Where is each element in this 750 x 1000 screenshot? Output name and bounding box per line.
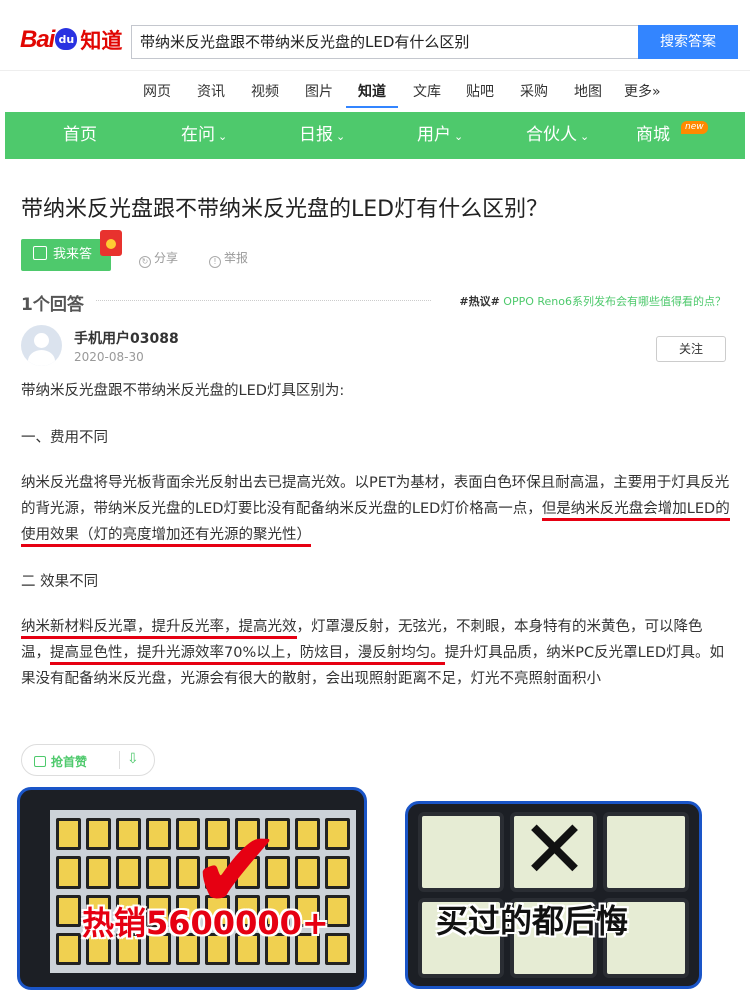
search-input[interactable]: 带纳米反光盘跟不带纳米反光盘的LED有什么区别 bbox=[131, 25, 639, 59]
nav-mall[interactable]: 商城 bbox=[636, 112, 670, 159]
tab-tieba[interactable]: 贴吧 bbox=[466, 81, 494, 101]
chevron-down-icon: ⌄ bbox=[454, 130, 464, 143]
tab-news[interactable]: 资讯 bbox=[197, 81, 225, 101]
answer-count: 1个回答 bbox=[21, 295, 84, 315]
report-icon: ! bbox=[209, 256, 221, 268]
paragraph-2-highlight-2: 提高显色性，提升光源效率70%以上，防炫目，漫反射均匀。 bbox=[50, 645, 445, 665]
channel-tabs: 网页 资讯 视频 图片 知道 文库 贴吧 采购 地图 更多» bbox=[0, 70, 750, 110]
vote-separator bbox=[119, 751, 120, 769]
answer-button-label: 我来答 bbox=[53, 247, 93, 262]
nav-home[interactable]: 首页 bbox=[63, 112, 97, 159]
cross-icon: ✕ bbox=[521, 803, 589, 896]
hot-topic-link[interactable]: #热议# OPPO Reno6系列发布会有哪些值得看的点？ bbox=[459, 293, 726, 309]
led-chip bbox=[85, 818, 111, 851]
header: Bai du 知道 带纳米反光盘跟不带纳米反光盘的LED有什么区别 搜索答案 bbox=[0, 0, 750, 70]
chevron-down-icon: ⌄ bbox=[336, 130, 346, 143]
hot-topic-text: OPPO Reno6系列发布会有哪些值得看的点？ bbox=[503, 295, 726, 308]
answer-paragraph-1: 纳米反光盘将导光板背面余光反射出去已提高光效。以PET为基材，表面白色环保且耐高… bbox=[21, 470, 731, 548]
led-chip bbox=[325, 818, 350, 851]
nav-daily[interactable]: 日报 ⌄ bbox=[299, 112, 345, 159]
chevron-down-icon: ⌄ bbox=[218, 130, 228, 143]
answer-paragraph-2: 纳米新材料反光罩，提升反光率，提高光效，灯罩漫反射，无弦光，不刺眼，本身特有的米… bbox=[21, 614, 731, 692]
post-date: 2020-08-30 bbox=[74, 350, 144, 364]
tab-zhidao[interactable]: 知道 bbox=[346, 81, 398, 108]
report-link[interactable]: ! 举报 bbox=[209, 249, 248, 268]
logo-zhidao: 知道 bbox=[80, 29, 123, 53]
avatar[interactable] bbox=[21, 325, 62, 366]
ad-right-text: 买过的都后悔 bbox=[436, 902, 629, 940]
led-chip bbox=[115, 856, 141, 889]
answer-button[interactable]: 我来答 bbox=[21, 239, 111, 271]
nav-daily-label: 日报 bbox=[299, 125, 333, 145]
led-chip bbox=[145, 856, 171, 889]
light-cell bbox=[602, 812, 689, 892]
nav-users-label: 用户 bbox=[417, 125, 451, 145]
led-chip bbox=[85, 856, 111, 889]
section-heading-cost: 一、费用不同 bbox=[21, 430, 108, 446]
red-packet-icon[interactable] bbox=[100, 230, 122, 256]
share-link[interactable]: ↻ 分享 bbox=[139, 249, 178, 268]
new-badge: new bbox=[681, 121, 708, 134]
like-label: 抢首赞 bbox=[51, 755, 88, 769]
led-chip bbox=[295, 856, 321, 889]
baidu-zhidao-logo[interactable]: Bai du 知道 bbox=[20, 22, 122, 58]
led-chip bbox=[56, 856, 81, 889]
led-chip bbox=[295, 818, 321, 851]
nav-partner[interactable]: 合伙人 ⌄ bbox=[526, 112, 589, 159]
main-nav: 首页 在问 ⌄ 日报 ⌄ 用户 ⌄ 合伙人 ⌄ 商城 new bbox=[5, 112, 745, 159]
username[interactable]: 手机用户03088 bbox=[74, 328, 179, 348]
light-cell bbox=[418, 812, 505, 892]
hot-topic-tag: #热议# bbox=[459, 295, 500, 308]
share-label: 分享 bbox=[154, 251, 179, 265]
thumbs-up-icon bbox=[34, 756, 46, 767]
tab-more[interactable]: 更多» bbox=[624, 81, 661, 101]
answer-intro: 带纳米反光盘跟不带纳米反光盘的LED灯具区别为: bbox=[21, 383, 345, 399]
share-icon: ↻ bbox=[139, 256, 151, 268]
paragraph-2-highlight-1: 纳米新材料反光罩，提升反光率，提高光效 bbox=[21, 619, 297, 639]
ad-image-right[interactable]: ✕ 买过的都后悔 bbox=[405, 801, 702, 989]
tab-web[interactable]: 网页 bbox=[143, 81, 171, 101]
thumbs-down-icon[interactable]: ⇩ bbox=[127, 751, 139, 767]
tab-purchase[interactable]: 采购 bbox=[520, 81, 548, 101]
nav-asking[interactable]: 在问 ⌄ bbox=[181, 112, 227, 159]
report-label: 举报 bbox=[224, 251, 249, 265]
question-title: 带纳米反光盘跟不带纳米反光盘的LED灯有什么区别？ bbox=[21, 197, 549, 222]
led-chip bbox=[145, 818, 171, 851]
paw-icon: du bbox=[55, 28, 78, 50]
nav-asking-label: 在问 bbox=[181, 125, 215, 145]
search-button[interactable]: 搜索答案 bbox=[638, 25, 738, 59]
led-chip bbox=[325, 856, 350, 889]
ad-image-left[interactable]: ✔ 热销5600000+ bbox=[17, 787, 367, 990]
led-chip bbox=[56, 894, 81, 927]
vote-bar: 抢首赞 ⇩ bbox=[21, 744, 155, 776]
edit-icon bbox=[33, 246, 47, 260]
nav-users[interactable]: 用户 ⌄ bbox=[417, 112, 463, 159]
nav-home-label: 首页 bbox=[63, 125, 97, 145]
led-chip bbox=[56, 932, 81, 965]
chevron-down-icon: ⌄ bbox=[580, 130, 590, 143]
led-chip bbox=[115, 818, 141, 851]
section-heading-effect: 二 效果不同 bbox=[21, 574, 99, 590]
ad-left-text: 热销5600000+ bbox=[82, 904, 329, 942]
like-button[interactable]: 抢首赞 bbox=[34, 753, 87, 770]
tab-video[interactable]: 视频 bbox=[251, 81, 279, 101]
led-chip bbox=[56, 818, 81, 851]
tab-map[interactable]: 地图 bbox=[574, 81, 602, 101]
nav-mall-label: 商城 bbox=[636, 125, 670, 145]
follow-button[interactable]: 关注 bbox=[656, 336, 726, 362]
tab-images[interactable]: 图片 bbox=[305, 81, 333, 101]
tab-wenku[interactable]: 文库 bbox=[413, 81, 441, 101]
nav-partner-label: 合伙人 bbox=[526, 125, 577, 145]
divider bbox=[96, 300, 431, 301]
logo-bai: Bai bbox=[20, 26, 55, 53]
